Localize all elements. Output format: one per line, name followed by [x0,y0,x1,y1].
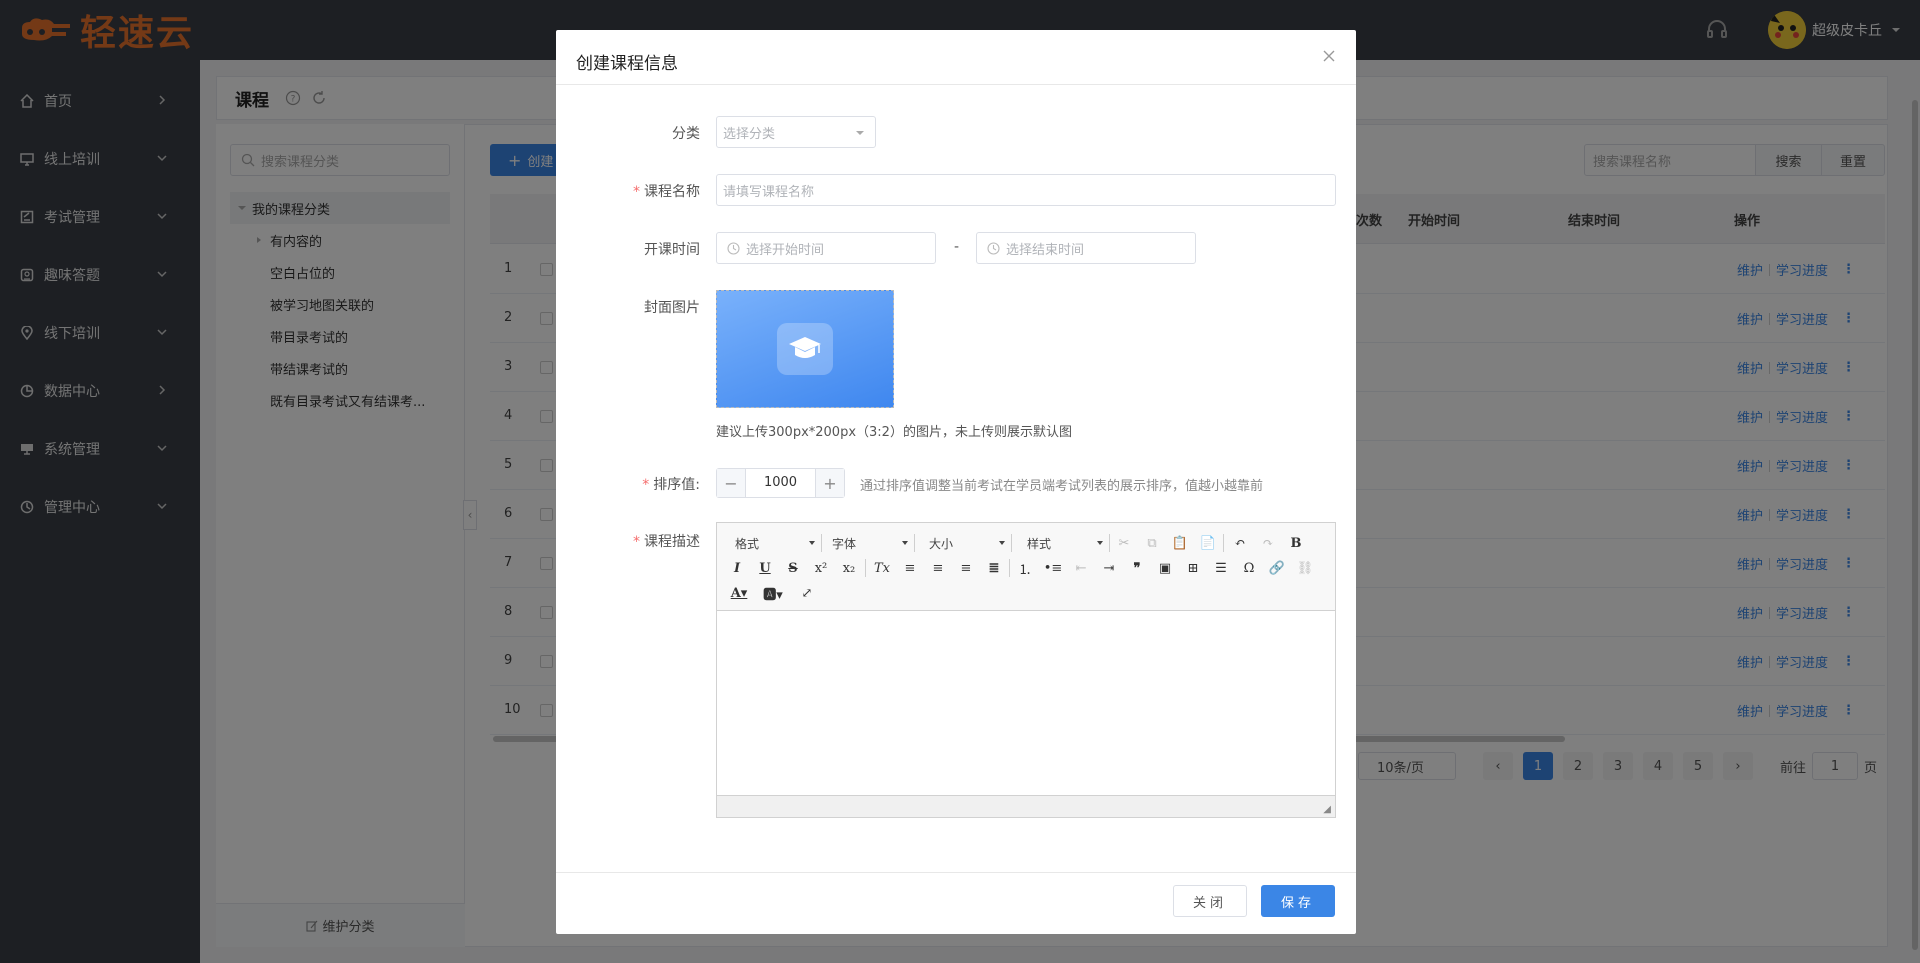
clock-icon [987,241,1000,255]
save-button[interactable]: 保存 [1261,885,1335,917]
sort-hint: 通过排序值调整当前考试在学员端考试列表的展示排序，值越小越靠前 [860,479,1264,494]
sort-label-text: 排序值: [653,477,700,493]
table-icon[interactable]: ⊞ [1183,558,1203,578]
clock-icon [727,241,740,255]
category-label: 分类 [580,123,700,143]
strikethrough-icon[interactable]: S [783,558,803,578]
special-char-icon[interactable]: Ω [1239,558,1259,578]
image-icon[interactable]: ▣ [1155,558,1175,578]
blockquote-icon[interactable]: ❞ [1127,558,1147,578]
indent-icon[interactable]: ⇥ [1099,558,1119,578]
editor-status-bar: ◢ [717,795,1335,817]
link-icon[interactable]: 🔗 [1267,558,1287,578]
cover-label: 封面图片 [580,297,700,317]
paste-text-icon[interactable]: 📄 [1198,533,1218,553]
resize-handle-icon[interactable]: ◢ [1323,804,1331,815]
redo-icon[interactable]: ↷ [1258,533,1278,553]
time-separator: - [954,239,960,255]
end-time-placeholder: 选择结束时间 [1006,242,1085,258]
align-left-icon[interactable]: ≡ [900,558,920,578]
copy-icon[interactable]: ⧉ [1142,533,1162,553]
remove-format-icon[interactable]: Tx [872,558,892,578]
end-time-picker[interactable]: 选择结束时间 [976,232,1196,264]
format-dropdown[interactable]: 格式 [735,533,815,553]
fullscreen-icon[interactable]: ⤢ [797,583,817,603]
increment-button[interactable]: + [816,469,844,497]
close-button[interactable]: 关闭 [1173,885,1247,917]
create-course-dialog: 创建课程信息 分类 选择分类 * 课程名称 请填写课程名称 开课时间 选择开始时间… [556,30,1356,934]
sort-label: * 排序值: [642,477,700,493]
graduation-cap-icon [789,337,821,358]
close-icon[interactable] [1322,49,1336,63]
dialog-title: 创建课程信息 [576,54,678,74]
undo-icon[interactable]: ↶ [1230,533,1250,553]
dialog-footer: 关闭 保存 [556,872,1356,934]
unlink-icon[interactable]: ⛓ [1295,558,1315,578]
bold-icon[interactable]: B [1286,533,1306,553]
description-label-text: 课程描述 [644,534,700,550]
editor-content-area[interactable] [717,611,1335,795]
paste-icon[interactable]: 📋 [1170,533,1190,553]
text-color-icon[interactable]: A▾ [729,583,749,603]
editor-toolbar: 格式 字体 大小 样式 ✂ ⧉ 📋 📄 ↶ ↷ B I U S x² x₂ Tx… [717,523,1335,611]
caret-down-icon [856,131,864,135]
align-right-icon[interactable]: ≡ [956,558,976,578]
course-name-input[interactable]: 请填写课程名称 [716,174,1336,206]
superscript-icon[interactable]: x² [811,558,831,578]
course-name-label-text: 课程名称 [644,184,700,200]
size-dropdown[interactable]: 大小 [929,533,1005,553]
style-label: 样式 [1027,536,1052,551]
category-label-text: 分类 [672,126,700,142]
description-label: * 课程描述 [633,534,700,550]
category-select[interactable]: 选择分类 [716,116,876,148]
course-name-label: * 课程名称 [633,184,700,200]
sort-value-stepper[interactable]: − 1000 + [716,468,845,498]
decrement-button[interactable]: − [717,469,745,497]
rich-text-editor: 格式 字体 大小 样式 ✂ ⧉ 📋 📄 ↶ ↷ B I U S x² x₂ Tx… [716,522,1336,818]
align-center-icon[interactable]: ≡ [928,558,948,578]
dialog-header: 创建课程信息 [556,30,1356,85]
font-label: 字体 [832,536,857,551]
size-label: 大小 [929,536,954,551]
cover-label-text: 封面图片 [644,300,700,316]
start-time-picker[interactable]: 选择开始时间 [716,232,936,264]
format-label: 格式 [735,536,760,551]
cover-badge [777,323,833,375]
underline-icon[interactable]: U [755,558,775,578]
outdent-icon[interactable]: ⇤ [1071,558,1091,578]
start-time-placeholder: 选择开始时间 [746,242,825,258]
cover-hint: 建议上传300px*200px（3:2）的图片，未上传则展示默认图 [716,425,1072,440]
horizontal-line-icon[interactable]: ☰ [1211,558,1231,578]
course-time-label-text: 开课时间 [644,242,700,258]
course-time-label: 开课时间 [580,239,700,259]
cut-icon[interactable]: ✂ [1114,533,1134,553]
sort-value-input[interactable]: 1000 [745,469,816,497]
background-color-icon[interactable]: 🅰▾ [763,583,783,603]
cover-image-upload[interactable] [716,290,894,408]
justify-icon[interactable]: ≣ [984,558,1004,578]
italic-icon[interactable]: I [727,558,747,578]
numbered-list-icon[interactable]: ⒈ [1015,558,1035,578]
font-dropdown[interactable]: 字体 [832,533,908,553]
style-dropdown[interactable]: 样式 [1027,533,1103,553]
bullet-list-icon[interactable]: •≡ [1043,558,1063,578]
subscript-icon[interactable]: x₂ [839,558,859,578]
course-name-placeholder: 请填写课程名称 [723,184,815,200]
category-placeholder: 选择分类 [723,126,776,142]
